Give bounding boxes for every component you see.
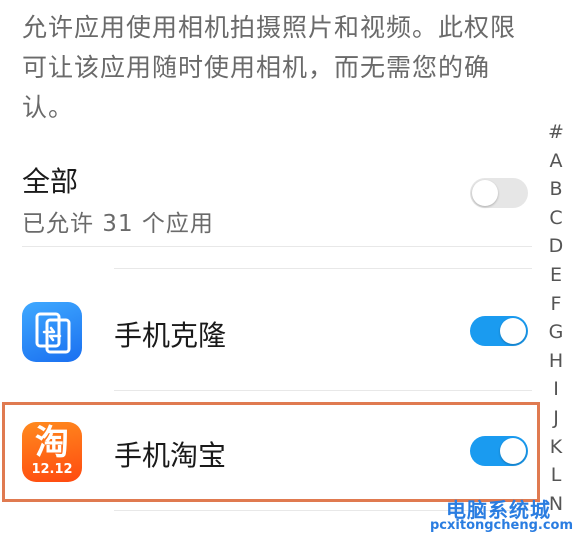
alphabet-index-letter[interactable]: L [551, 461, 562, 490]
all-apps-toggle[interactable] [470, 178, 528, 208]
app-name: 手机克隆 [114, 319, 227, 352]
app-row-phone-clone[interactable]: 手机克隆 [0, 288, 540, 376]
divider [114, 390, 532, 391]
alphabet-index-letter[interactable]: E [550, 261, 562, 290]
alphabet-index-letter[interactable]: F [551, 290, 562, 319]
all-apps-title: 全部 [22, 165, 79, 198]
alphabet-index[interactable]: # A B C D E F G H I J K L N [544, 118, 568, 518]
watermark-url: pcxitongcheng.com [430, 518, 574, 533]
alphabet-index-letter[interactable]: D [549, 232, 564, 261]
all-apps-row[interactable]: 全部 已允许 31 个应用 [22, 156, 532, 246]
toggle-knob [500, 318, 526, 344]
permission-description: 允许应用使用相机拍摄照片和视频。此权限可让该应用随时使用相机，而无需您的确认。 [22, 13, 517, 122]
phone-clone-icon [22, 302, 82, 362]
toggle-knob [472, 180, 498, 206]
divider [114, 268, 532, 269]
alphabet-index-letter[interactable]: H [549, 347, 563, 376]
alphabet-index-letter[interactable]: J [553, 404, 559, 433]
allowed-count-label: 已允许 31 个应用 [22, 211, 214, 237]
phone-clone-toggle[interactable] [470, 316, 528, 346]
alphabet-index-letter[interactable]: # [548, 118, 564, 147]
alphabet-index-letter[interactable]: C [549, 204, 562, 233]
alphabet-index-letter[interactable]: G [549, 318, 564, 347]
divider [22, 246, 532, 247]
alphabet-index-letter[interactable]: K [550, 433, 562, 462]
highlight-box [2, 402, 540, 502]
alphabet-index-letter[interactable]: I [553, 375, 559, 404]
watermark-logo: 电脑系统城 pcxitongcheng.com [430, 494, 576, 538]
alphabet-index-letter[interactable]: B [549, 175, 562, 204]
alphabet-index-letter[interactable]: A [550, 147, 563, 176]
